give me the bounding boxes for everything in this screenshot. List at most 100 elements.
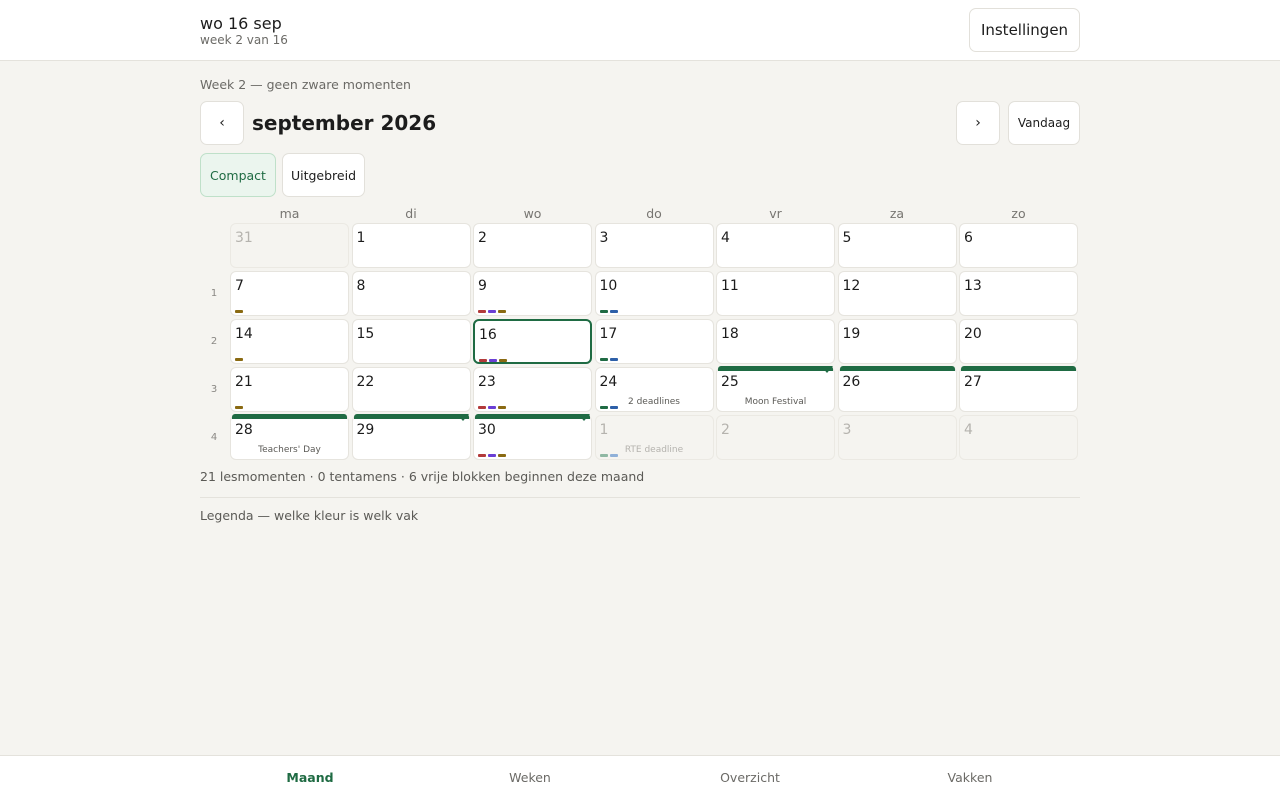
calendar-day[interactable]: 20 <box>959 319 1078 364</box>
multi-day-event-bar <box>475 414 590 419</box>
calendar-day[interactable]: 3 <box>837 415 957 460</box>
compact-view-button[interactable]: Compact <box>200 153 276 197</box>
event-bar-end-marker <box>578 414 590 421</box>
calendar-day[interactable]: 8 <box>351 271 471 316</box>
day-number: 15 <box>356 326 375 342</box>
calendar-day[interactable]: 3 <box>594 223 714 268</box>
day-number: 14 <box>235 326 253 342</box>
weekday-header: zo <box>1011 206 1026 221</box>
calendar-day[interactable]: 5 <box>837 223 957 268</box>
calendar-day[interactable]: 28 Teachers' Day <box>230 414 349 460</box>
day-number: 21 <box>235 374 253 390</box>
multi-day-event-bar <box>961 366 1076 371</box>
calendar-day[interactable]: 2 <box>716 415 835 460</box>
day-number: 7 <box>235 278 244 294</box>
subject-marker <box>489 359 497 362</box>
calendar-day[interactable]: 19 <box>837 319 957 364</box>
day-number: 20 <box>964 326 982 342</box>
weekday-header: wo <box>523 206 542 221</box>
bottom-navigation: Maand Weken Overzicht Vakken <box>0 755 1280 800</box>
subject-marker <box>599 358 608 361</box>
day-number: 25 <box>721 374 739 390</box>
divider <box>200 497 1080 498</box>
subject-marker <box>478 454 486 457</box>
calendar-day[interactable]: 29 <box>351 414 471 460</box>
calendar-day[interactable]: 31 <box>230 223 349 268</box>
settings-button[interactable]: Instellingen <box>969 8 1080 52</box>
multi-day-event-bar <box>232 414 347 419</box>
calendar-day[interactable]: 11 <box>716 271 835 316</box>
day-number: 1 <box>599 422 609 438</box>
calendar-day[interactable]: 2 <box>473 223 592 268</box>
calendar-day[interactable]: 26 <box>837 366 957 412</box>
nav-tab-vakken[interactable]: Vakken <box>900 770 1040 785</box>
day-number: 8 <box>356 278 366 294</box>
day-number: 10 <box>599 278 618 294</box>
subject-marker <box>478 406 486 409</box>
event-label: 2 deadlines <box>628 397 680 407</box>
today-button[interactable]: Vandaag <box>1008 101 1080 145</box>
day-number: 11 <box>721 278 739 294</box>
day-number: 3 <box>842 422 852 438</box>
day-number: 6 <box>964 230 973 246</box>
legend-toggle[interactable]: Legenda — welke kleur is welk vak <box>200 508 418 523</box>
week-number: 2 <box>210 336 218 347</box>
day-number: 26 <box>842 374 861 390</box>
calendar-day[interactable]: 13 <box>959 271 1078 316</box>
nav-tab-weken[interactable]: Weken <box>460 770 600 785</box>
week-number: 3 <box>210 384 218 395</box>
calendar-day[interactable]: 1 <box>351 223 471 268</box>
day-number: 9 <box>478 278 487 294</box>
subject-marker <box>235 358 243 361</box>
day-number: 19 <box>842 326 861 342</box>
event-bar-end-marker <box>821 366 833 373</box>
calendar-day[interactable]: 1 RTE deadline <box>594 415 714 460</box>
week-number: 1 <box>210 288 218 299</box>
day-number: 31 <box>235 230 253 246</box>
calendar-day[interactable]: 23 <box>473 367 592 412</box>
weekday-header: ma <box>279 206 300 221</box>
calendar-day[interactable]: 22 <box>351 367 471 412</box>
subject-marker <box>499 359 507 362</box>
top-bar: wo 16 sep week 2 van 16 Instellingen <box>0 0 1280 61</box>
calendar-day[interactable]: 30 <box>473 414 592 460</box>
day-number: 5 <box>842 230 852 246</box>
calendar-day[interactable]: 27 <box>959 366 1078 412</box>
day-number: 2 <box>478 230 487 246</box>
month-summary: 21 lesmomenten · 0 tentamens · 6 vrije b… <box>200 469 645 484</box>
calendar-day[interactable]: 6 <box>959 223 1078 268</box>
calendar-day[interactable]: 25 Moon Festival <box>716 366 835 412</box>
calendar-day[interactable]: 7 <box>230 271 349 316</box>
month-title: september 2026 <box>252 111 437 135</box>
day-number: 29 <box>356 422 375 438</box>
nav-tab-overzicht[interactable]: Overzicht <box>680 770 820 785</box>
calendar-day[interactable]: 21 <box>230 367 349 412</box>
calendar-day-today[interactable]: 16 <box>473 319 592 364</box>
calendar-day[interactable]: 4 <box>716 223 835 268</box>
calendar-day[interactable]: 14 <box>230 319 349 364</box>
calendar-day[interactable]: 24 2 deadlines <box>594 367 714 412</box>
previous-month-button[interactable]: ‹ <box>200 101 244 145</box>
next-month-button[interactable]: › <box>956 101 1000 145</box>
day-number: 18 <box>721 326 739 342</box>
nav-tab-maand[interactable]: Maand <box>240 770 380 785</box>
day-number: 2 <box>721 422 730 438</box>
subject-marker <box>478 310 486 313</box>
weekday-header: vr <box>769 206 782 221</box>
day-number: 4 <box>964 422 973 438</box>
event-label: Moon Festival <box>744 397 807 407</box>
calendar-day[interactable]: 17 <box>594 319 714 364</box>
subject-marker <box>235 310 243 313</box>
extended-view-button[interactable]: Uitgebreid <box>282 153 365 197</box>
calendar-day[interactable]: 15 <box>351 319 471 364</box>
subject-marker <box>599 310 608 313</box>
week-number: 4 <box>210 432 218 443</box>
weekday-header: do <box>646 206 662 221</box>
calendar-day[interactable]: 10 <box>594 271 714 316</box>
day-number: 1 <box>356 230 366 246</box>
calendar-day[interactable]: 4 <box>959 415 1078 460</box>
subject-marker <box>498 454 506 457</box>
calendar-day[interactable]: 18 <box>716 319 835 364</box>
calendar-day[interactable]: 9 <box>473 271 592 316</box>
calendar-day[interactable]: 12 <box>837 271 957 316</box>
